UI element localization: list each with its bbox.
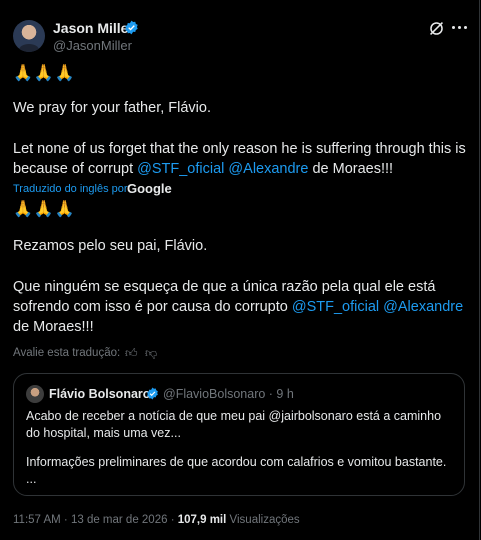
views-count: 107,9 mil — [177, 514, 227, 526]
post-card: Jason Miller @JasonMiller 🙏🙏🙏 We pray fo… — [0, 0, 480, 540]
mention-stf-translated[interactable]: @STF_oficial — [292, 299, 379, 315]
mention-stf[interactable]: @STF_oficial — [137, 161, 224, 177]
post-timestamp[interactable]: 11:57 AM · 13 de mar de 2026 · — [13, 514, 175, 526]
author-avatar[interactable] — [13, 20, 45, 52]
post-line-1: We pray for your father, Flávio. — [13, 100, 211, 116]
more-options-icon[interactable] — [452, 26, 468, 30]
post-emoji-original: 🙏🙏🙏 — [13, 65, 76, 82]
author-name[interactable]: Jason Miller — [53, 20, 134, 36]
thumbs-up-icon[interactable]: 👍︎ — [125, 346, 138, 361]
translated-line-1: Rezamos pelo seu pai, Flávio. — [13, 238, 208, 254]
quoted-author-name[interactable]: Flávio Bolsonaro — [49, 387, 150, 401]
quoted-line-3: ... — [26, 472, 37, 486]
quoted-author-handle-time[interactable]: @FlavioBolsonaro · 9 h — [163, 387, 294, 401]
translated-line-2: Que ninguém se esqueça de que a única ra… — [13, 279, 464, 335]
quoted-line-2: Informações preliminares de que acordou … — [26, 455, 447, 469]
author-handle[interactable]: @JasonMiller — [53, 38, 132, 53]
thumbs-down-icon[interactable]: 👎︎ — [145, 346, 157, 361]
mention-alexandre[interactable]: @Alexandre — [228, 161, 308, 177]
quoted-line-1: Acabo de receber a notícia de que meu pa… — [26, 409, 442, 440]
rate-translation-label: Avalie esta tradução: — [13, 347, 121, 359]
google-logo: Google — [127, 181, 172, 196]
post-meta: 11:57 AM · 13 de mar de 2026 · 107,9 mil… — [13, 514, 300, 526]
post-emoji-translated: 🙏🙏🙏 — [13, 201, 76, 218]
grok-icon[interactable] — [428, 20, 445, 37]
quoted-post[interactable]: Flávio Bolsonaro @FlavioBolsonaro · 9 h … — [13, 373, 465, 496]
quoted-author-avatar[interactable] — [26, 385, 44, 403]
post-line-2: Let none of us forget that the only reas… — [13, 141, 466, 177]
views-label: Visualizações — [229, 514, 300, 526]
translated-label[interactable]: Traduzido do inglês por — [13, 183, 128, 195]
quoted-verified-badge-icon — [147, 387, 158, 400]
verified-badge-icon — [125, 20, 138, 35]
mention-alexandre-translated[interactable]: @Alexandre — [383, 299, 463, 315]
